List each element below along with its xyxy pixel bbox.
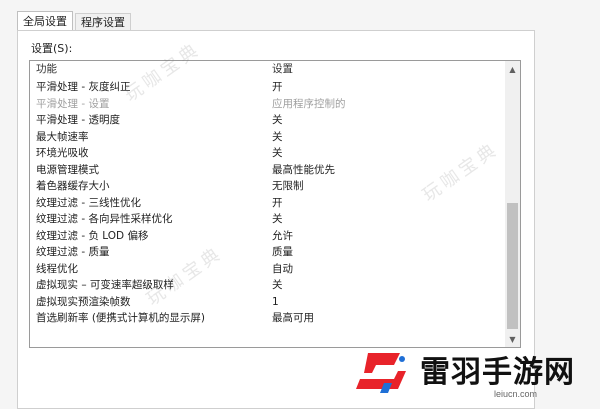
logo-name: 雷羽手游网: [420, 355, 575, 390]
setting-value[interactable]: 关: [272, 145, 283, 162]
setting-value[interactable]: 关: [272, 211, 283, 228]
feature-name: 虚拟现实 – 可变速率超级取样: [36, 279, 174, 291]
feature-name: 平滑处理 - 灰度纠正: [36, 81, 131, 93]
table-row[interactable]: 电源管理模式 最高性能优先: [31, 162, 505, 179]
setting-value[interactable]: 自动: [272, 261, 293, 278]
scroll-up-arrow-icon[interactable]: ▲: [505, 62, 520, 76]
table-row[interactable]: 着色器缓存大小 无限制: [31, 178, 505, 195]
feature-name: 环境光吸收: [36, 147, 89, 159]
table-row[interactable]: 纹理过滤 - 质量 质量: [31, 244, 505, 261]
column-header-feature[interactable]: 功能: [36, 61, 57, 78]
table-row[interactable]: 平滑处理 - 设置 应用程序控制的: [31, 96, 505, 113]
list-rows: 平滑处理 - 灰度纠正开平滑处理 - 设置 应用程序控制的 平滑处理 - 透明度关最…: [31, 79, 505, 327]
feature-name: 线程优化: [36, 262, 78, 275]
feature-name: 纹理过滤 - 负 LOD 偏移: [36, 229, 149, 242]
tab-bar: 全局设置 程序设置: [17, 11, 131, 31]
setting-value[interactable]: 最高性能优先: [272, 162, 335, 179]
table-row[interactable]: 线程优化 自动: [31, 261, 505, 278]
tab-global-settings[interactable]: 全局设置: [17, 11, 73, 31]
setting-value[interactable]: 1: [272, 294, 279, 311]
feature-name: 纹理过滤 - 质量: [36, 246, 110, 258]
settings-list[interactable]: 功能 设置 平滑处理 - 灰度纠正开平滑处理 - 设置 应用程序控制的 平滑处理 -…: [29, 60, 521, 348]
table-row[interactable]: 平滑处理 - 透明度 关: [31, 112, 505, 129]
logo-url: leiucn.com: [494, 389, 538, 399]
list-header: 功能 设置: [31, 61, 505, 78]
setting-value[interactable]: 质量: [272, 244, 293, 261]
setting-value[interactable]: 最高可用: [272, 310, 314, 327]
table-row[interactable]: 最大帧速率 关: [31, 129, 505, 146]
setting-value[interactable]: 关: [272, 129, 283, 146]
feature-name: 首选刷新率 (便携式计算机的显示屏): [36, 312, 206, 324]
feature-name: 虚拟现实预渲染帧数: [36, 295, 131, 308]
setting-value[interactable]: 关: [272, 277, 283, 294]
setting-value[interactable]: 开: [272, 79, 283, 96]
table-row[interactable]: 纹理过滤 - 三线性优化 开: [31, 195, 505, 212]
setting-value[interactable]: 允许: [272, 228, 293, 245]
scroll-thumb[interactable]: [507, 203, 518, 329]
column-header-setting[interactable]: 设置: [272, 61, 293, 78]
table-row[interactable]: 虚拟现实 – 可变速率超级取样 关: [31, 277, 505, 294]
settings-label: 设置(S):: [31, 42, 73, 55]
scroll-down-arrow-icon[interactable]: ▼: [505, 332, 520, 346]
table-row[interactable]: 纹理过滤 - 各向异性采样优化 关: [31, 211, 505, 228]
logo-mark-icon: [356, 353, 406, 393]
feature-name: 最大帧速率: [36, 130, 89, 143]
tab-program-settings[interactable]: 程序设置: [75, 13, 131, 31]
vertical-scrollbar[interactable]: ▲ ▼: [505, 61, 520, 347]
table-row[interactable]: 首选刷新率 (便携式计算机的显示屏) 最高可用: [31, 310, 505, 327]
feature-name: 平滑处理 - 透明度: [36, 114, 120, 126]
feature-name: 平滑处理 - 设置: [36, 97, 110, 110]
table-row[interactable]: 纹理过滤 - 负 LOD 偏移 允许: [31, 228, 505, 245]
site-logo: 雷羽手游网 leiucn.com: [354, 345, 594, 403]
settings-window: 全局设置 程序设置 设置(S): 功能 设置 平滑处理 - 灰度纠正开平滑处理 …: [0, 0, 600, 409]
feature-name: 纹理过滤 - 各向异性采样优化: [36, 213, 173, 225]
setting-value[interactable]: 关: [272, 112, 283, 129]
feature-name: 电源管理模式: [36, 163, 99, 176]
setting-value[interactable]: 开: [272, 195, 283, 212]
setting-value[interactable]: 应用程序控制的: [272, 96, 346, 113]
table-row[interactable]: 虚拟现实预渲染帧数 1: [31, 294, 505, 311]
feature-name: 纹理过滤 - 三线性优化: [36, 196, 141, 209]
feature-name: 着色器缓存大小: [36, 180, 110, 192]
table-row[interactable]: 平滑处理 - 灰度纠正 开: [31, 79, 505, 96]
table-row[interactable]: 环境光吸收 关: [31, 145, 505, 162]
setting-value[interactable]: 无限制: [272, 178, 304, 195]
